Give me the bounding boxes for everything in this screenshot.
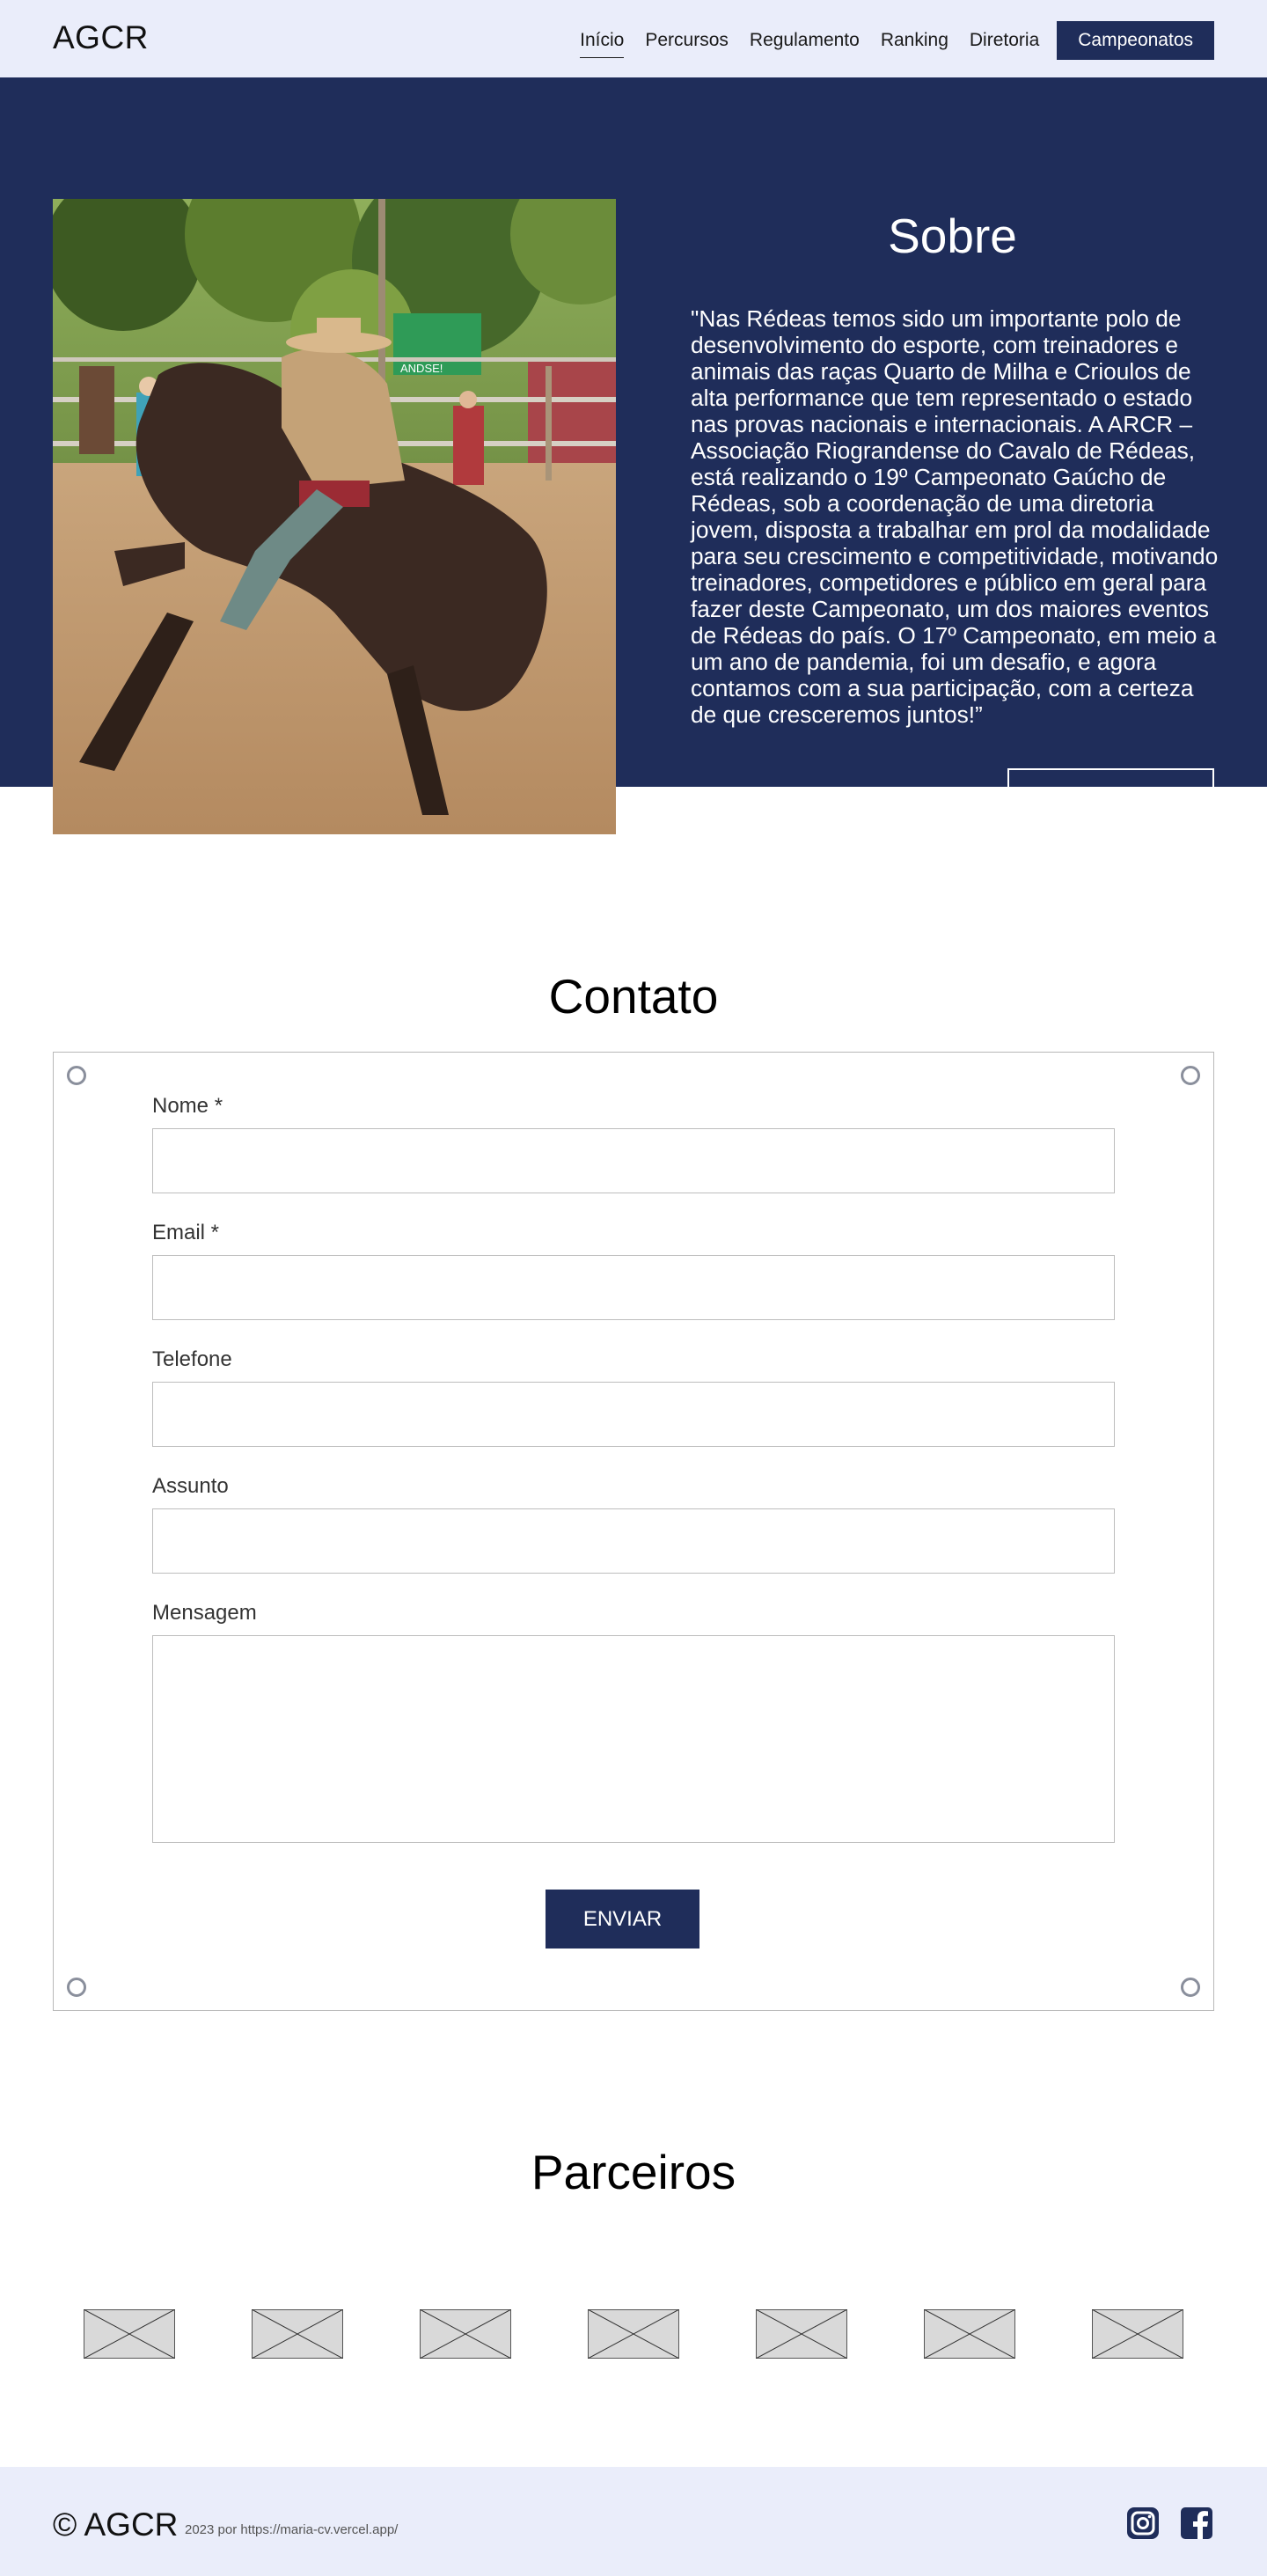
footer-credit[interactable]: 2023 por https://maria-cv.vercel.app/ [185, 2522, 398, 2537]
site-header: AGCR Início Percursos Regulamento Rankin… [0, 0, 1267, 77]
nav-link-percursos[interactable]: Percursos [645, 25, 729, 56]
inscreva-se-button[interactable]: INSCREVA-SE [1007, 768, 1214, 823]
placeholder-image-icon [756, 2309, 847, 2359]
partner-logo-placeholder[interactable] [756, 2309, 847, 2359]
sobre-title: Sobre [888, 209, 1017, 263]
placeholder-image-icon [588, 2309, 679, 2359]
email-input[interactable] [152, 1255, 1115, 1320]
resize-handle-top-right[interactable] [1181, 1066, 1200, 1085]
partner-logo-placeholder[interactable] [252, 2309, 343, 2359]
partner-logo-placeholder[interactable] [924, 2309, 1015, 2359]
footer-logo: © AGCR [53, 2506, 179, 2543]
campeonatos-button[interactable]: Campeonatos [1057, 21, 1214, 60]
partner-logo-placeholder[interactable] [84, 2309, 175, 2359]
site-footer: © AGCR 2023 por https://maria-cv.vercel.… [0, 2467, 1267, 2576]
mensagem-label: Mensagem [152, 1601, 257, 1625]
resize-handle-bottom-right[interactable] [1181, 1978, 1200, 1997]
contact-form: Nome * Email * Telefone Assunto Mensagem… [53, 1052, 1214, 2011]
assunto-label: Assunto [152, 1474, 229, 1498]
parceiros-title: Parceiros [531, 2145, 736, 2199]
partner-logo-placeholder[interactable] [420, 2309, 511, 2359]
telefone-label: Telefone [152, 1347, 232, 1371]
banner-text: ANDSE! [400, 362, 443, 375]
horse-rider-photo: ANDSE! [53, 199, 616, 834]
mensagem-textarea[interactable] [152, 1635, 1115, 1843]
contato-title: Contato [548, 969, 719, 1024]
nav-link-inicio[interactable]: Início [580, 25, 625, 58]
placeholder-image-icon [420, 2309, 511, 2359]
nav-link-regulamento[interactable]: Regulamento [750, 25, 860, 56]
horse-rider-illustration: ANDSE! [53, 199, 616, 834]
resize-handle-top-left[interactable] [67, 1066, 86, 1085]
logo[interactable]: AGCR [53, 19, 149, 56]
sobre-text: "Nas Rédeas temos sido um importante pol… [691, 305, 1219, 728]
instagram-icon[interactable] [1125, 2506, 1161, 2541]
main-nav: Início Percursos Regulamento Ranking Dir… [559, 21, 1214, 60]
nome-label: Nome * [152, 1094, 223, 1118]
nav-link-diretoria[interactable]: Diretoria [970, 25, 1039, 56]
assunto-input[interactable] [152, 1508, 1115, 1574]
placeholder-image-icon [252, 2309, 343, 2359]
facebook-icon[interactable] [1179, 2506, 1214, 2541]
placeholder-image-icon [84, 2309, 175, 2359]
partner-logo-placeholder[interactable] [1092, 2309, 1183, 2359]
partner-logo-placeholder[interactable] [588, 2309, 679, 2359]
telefone-input[interactable] [152, 1382, 1115, 1447]
placeholder-image-icon [1092, 2309, 1183, 2359]
email-label: Email * [152, 1221, 220, 1244]
nav-link-ranking[interactable]: Ranking [881, 25, 948, 56]
resize-handle-bottom-left[interactable] [67, 1978, 86, 1997]
enviar-button[interactable]: ENVIAR [546, 1890, 699, 1949]
nome-input[interactable] [152, 1128, 1115, 1193]
placeholder-image-icon [924, 2309, 1015, 2359]
